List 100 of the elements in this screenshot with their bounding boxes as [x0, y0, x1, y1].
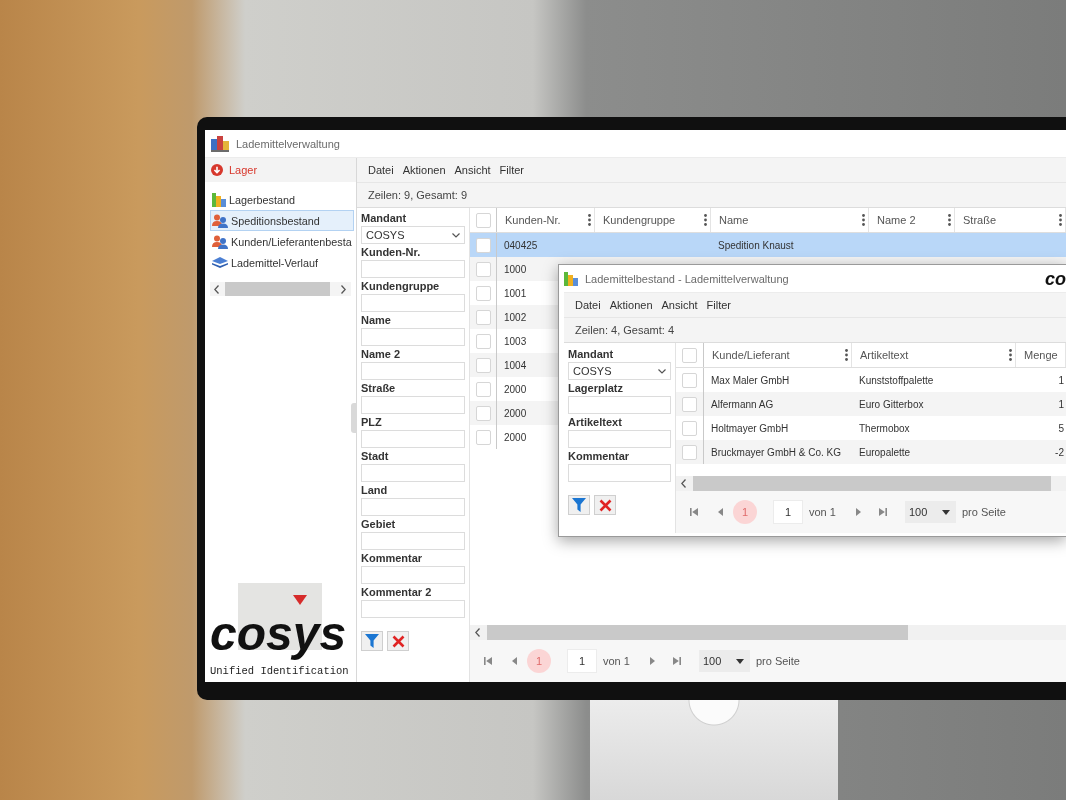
column-header[interactable]: Artikeltext — [852, 343, 1016, 367]
more-vertical-icon[interactable] — [588, 214, 591, 226]
sidebar-item[interactable]: Lademittel-Verlauf — [210, 252, 354, 273]
logo-tagline: Unified Identification — [210, 665, 349, 677]
checkbox[interactable] — [475, 285, 491, 301]
more-vertical-icon[interactable] — [845, 349, 848, 361]
window-title: Lademittelverwaltung — [236, 137, 340, 150]
sidebar-item[interactable]: Speditionsbestand — [210, 210, 354, 231]
menu-item[interactable]: Filter — [706, 299, 732, 311]
chevron-down-icon — [452, 232, 460, 238]
filter-button[interactable] — [568, 495, 590, 515]
previous-page-icon[interactable] — [718, 508, 723, 516]
scrollbar-thumb[interactable] — [225, 282, 330, 296]
first-page-icon[interactable] — [690, 508, 698, 516]
clear-filter-button[interactable] — [594, 495, 616, 515]
input-field[interactable] — [361, 362, 465, 380]
sidebar-item[interactable]: Lagerbestand — [210, 189, 354, 210]
column-header[interactable]: Straße — [955, 208, 1066, 232]
checkbox[interactable] — [475, 237, 491, 253]
last-page-icon[interactable] — [878, 508, 887, 516]
page-input[interactable]: 1 — [773, 500, 803, 524]
checkbox[interactable] — [682, 347, 697, 363]
filter-button[interactable] — [361, 631, 383, 651]
filter-icon — [572, 498, 586, 512]
column-header[interactable]: Name — [711, 208, 869, 232]
checkbox[interactable] — [682, 396, 697, 412]
scrollbar-thumb[interactable] — [487, 625, 908, 640]
input-field[interactable] — [361, 498, 465, 516]
checkbox[interactable] — [475, 261, 491, 277]
table-row[interactable]: Alfermann AG Euro Gitterbox 1 — [676, 392, 1066, 416]
checkbox[interactable] — [475, 212, 491, 228]
input-field[interactable] — [568, 464, 671, 482]
menu-item[interactable]: Aktionen — [609, 299, 653, 311]
input-field[interactable] — [361, 532, 465, 550]
field-label: Gebiet — [361, 517, 397, 532]
more-vertical-icon[interactable] — [1009, 349, 1012, 361]
chevron-right-icon[interactable] — [341, 284, 346, 294]
input-field[interactable] — [361, 464, 465, 482]
page-input[interactable]: 1 — [567, 649, 597, 673]
collapse-handle[interactable] — [351, 403, 357, 433]
input-field[interactable] — [361, 396, 465, 414]
select-field[interactable]: COSYS — [568, 362, 671, 380]
page-size-select[interactable]: 100 — [698, 650, 750, 672]
clear-filter-button[interactable] — [387, 631, 409, 651]
field-label: Kunden-Nr. — [361, 245, 422, 260]
checkbox[interactable] — [475, 309, 491, 325]
status-bar: Zeilen: 9, Gesamt: 9 — [357, 183, 1066, 208]
checkbox[interactable] — [475, 357, 491, 373]
first-page-icon[interactable] — [484, 657, 492, 665]
menu-item[interactable]: Filter — [499, 164, 525, 176]
input-field[interactable] — [568, 430, 671, 448]
chevron-left-icon[interactable] — [681, 479, 686, 488]
people-icon — [212, 234, 228, 249]
more-vertical-icon[interactable] — [704, 214, 707, 226]
chevron-left-icon[interactable] — [475, 628, 480, 637]
checkbox[interactable] — [475, 381, 491, 397]
chevron-left-icon[interactable] — [214, 284, 219, 294]
more-vertical-icon[interactable] — [948, 214, 951, 226]
column-header[interactable]: Kundengruppe — [595, 208, 711, 232]
input-field[interactable] — [361, 566, 465, 584]
menu-item[interactable]: Aktionen — [402, 164, 446, 176]
tree-group-header[interactable]: Lager — [205, 158, 356, 182]
field-label: Kundengruppe — [361, 279, 441, 294]
more-vertical-icon[interactable] — [1059, 214, 1062, 226]
table-row[interactable]: Bruckmayer GmbH & Co. KG Europalette -2 — [676, 440, 1066, 464]
table-row[interactable]: 040425 Spedition Knaust — [470, 233, 1066, 257]
table-cell-text: 5 — [1058, 421, 1065, 436]
input-field[interactable] — [361, 430, 465, 448]
menu-item[interactable]: Datei — [368, 164, 394, 176]
select-field[interactable]: COSYS — [361, 226, 465, 244]
more-vertical-icon[interactable] — [862, 214, 865, 226]
horizontal-scrollbar[interactable] — [210, 282, 351, 296]
input-field[interactable] — [361, 600, 465, 618]
table-cell-text: 2000 — [503, 382, 528, 397]
table-cell-text: Max Maler GmbH — [710, 373, 791, 388]
column-header[interactable]: Kunden-Nr. — [497, 208, 595, 232]
next-page-icon[interactable] — [855, 508, 861, 516]
page-size-select[interactable]: 100 — [904, 501, 956, 523]
horizontal-scrollbar[interactable] — [470, 625, 1066, 640]
checkbox[interactable] — [475, 405, 491, 421]
column-header[interactable]: Menge — [1016, 343, 1066, 367]
menu-item[interactable]: Datei — [575, 299, 601, 311]
input-field[interactable] — [568, 396, 671, 414]
input-field[interactable] — [361, 328, 465, 346]
column-header[interactable]: Name 2 — [869, 208, 955, 232]
previous-page-icon[interactable] — [512, 657, 517, 665]
sidebar-item[interactable]: Kunden/Lieferantenbesta — [210, 231, 354, 252]
field-label: Kommentar — [361, 551, 424, 566]
input-field[interactable] — [361, 294, 465, 312]
checkbox[interactable] — [682, 444, 697, 460]
checkbox[interactable] — [682, 372, 697, 388]
menu-item[interactable]: Ansicht — [454, 164, 491, 176]
checkbox[interactable] — [475, 333, 491, 349]
checkbox[interactable] — [682, 420, 697, 436]
menu-item[interactable]: Ansicht — [661, 299, 698, 311]
input-field[interactable] — [361, 260, 465, 278]
column-header[interactable]: Kunde/Lieferant — [704, 343, 852, 367]
next-page-icon[interactable] — [649, 657, 655, 665]
last-page-icon[interactable] — [672, 657, 681, 665]
checkbox[interactable] — [475, 429, 491, 445]
